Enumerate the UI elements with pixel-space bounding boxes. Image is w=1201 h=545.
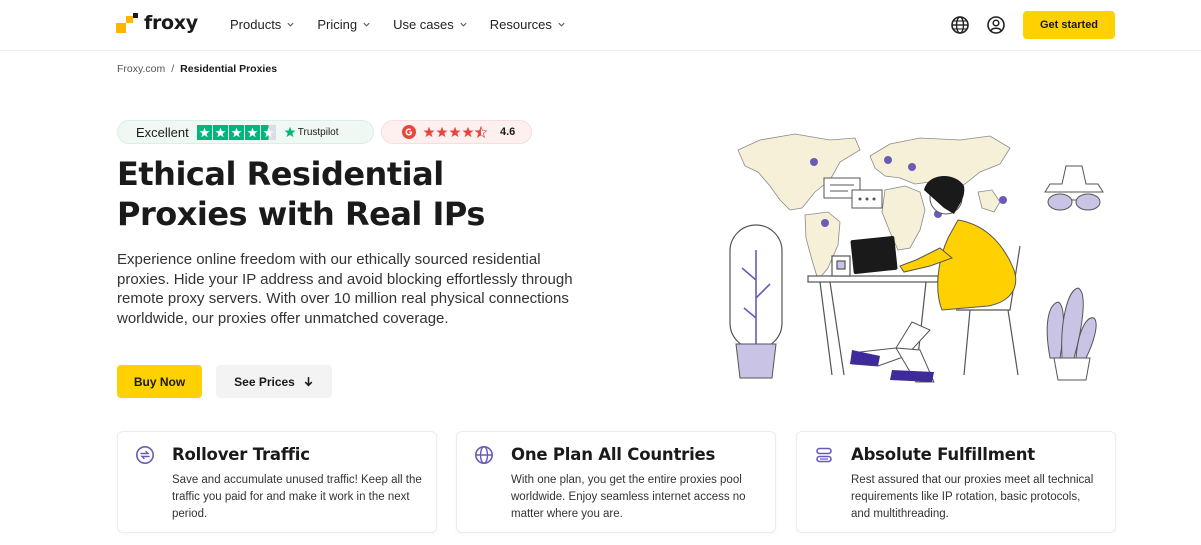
star-icon	[244, 124, 260, 140]
logo-text: froxy	[144, 12, 198, 34]
trustpilot-star-icon	[284, 126, 296, 138]
buy-now-button[interactable]: Buy Now	[117, 365, 202, 398]
star-icon	[212, 124, 228, 140]
nav-label: Pricing	[317, 17, 358, 32]
feature-title: Rollover Traffic	[172, 445, 310, 464]
nav-item-resources[interactable]: Resources	[490, 17, 566, 32]
site-header: froxy Products Pricing Use cases Resourc…	[0, 0, 1201, 51]
feature-text: Rest assured that our proxies meet all t…	[851, 474, 1094, 520]
feature-card-one-plan: One Plan All Countries With one plan, yo…	[456, 431, 776, 533]
feature-text: With one plan, you get the entire proxie…	[511, 474, 746, 520]
chevron-down-icon	[460, 22, 467, 27]
star-half-icon	[475, 126, 487, 138]
star-icon	[449, 126, 461, 138]
nav-item-pricing[interactable]: Pricing	[317, 17, 371, 32]
plant-pot-graphic	[729, 224, 783, 379]
trustpilot-badge[interactable]: Excellent Trustpilot	[117, 120, 374, 144]
hero-illustration	[729, 133, 1104, 383]
star-icon	[228, 124, 244, 140]
title-line-1: Ethical Residential	[117, 155, 444, 193]
star-icon	[423, 126, 435, 138]
nav-item-use-cases[interactable]: Use cases	[393, 17, 468, 32]
breadcrumb: Froxy.com / Residential Proxies	[117, 63, 277, 75]
google-rating-badge[interactable]: 4.6	[381, 120, 532, 144]
feature-text: Save and accumulate unused traffic! Keep…	[172, 474, 422, 520]
trustpilot-brand: Trustpilot	[297, 126, 339, 138]
cactus-pot-graphic	[1046, 287, 1097, 381]
trustpilot-stars	[196, 124, 276, 140]
arrow-down-icon	[304, 377, 313, 387]
google-rating-value: 4.6	[500, 126, 516, 138]
chevron-down-icon	[287, 22, 294, 27]
page-title: Ethical Residential Proxies with Real IP…	[117, 154, 577, 234]
feature-title: One Plan All Countries	[511, 445, 716, 464]
nav-label: Resources	[489, 17, 552, 32]
feature-title: Absolute Fulfillment	[851, 445, 1035, 464]
google-stars	[423, 126, 487, 138]
froxy-logo[interactable]: froxy	[116, 12, 198, 34]
nav-item-products[interactable]: Products	[230, 17, 295, 32]
chat-bubble-icon	[823, 177, 883, 209]
see-prices-button[interactable]: See Prices	[216, 365, 332, 398]
feature-card-rollover: Rollover Traffic Save and accumulate unu…	[117, 431, 437, 533]
globe-icon[interactable]	[950, 15, 970, 35]
trustpilot-logo: Trustpilot	[284, 126, 339, 138]
hero-description: Experience online freedom with our ethic…	[117, 251, 573, 327]
star-half-icon	[260, 124, 276, 140]
title-line-2: Proxies with Real IPs	[117, 195, 485, 233]
see-prices-label: See Prices	[234, 374, 295, 389]
rollover-icon	[136, 446, 154, 464]
nav-label: Products	[230, 17, 282, 32]
feature-card-fulfillment: Absolute Fulfillment Rest assured that o…	[796, 431, 1116, 533]
get-started-button[interactable]: Get started	[1023, 11, 1115, 39]
trustpilot-label: Excellent	[136, 124, 189, 140]
breadcrumb-current: Residential Proxies	[180, 63, 278, 75]
breadcrumb-home-link[interactable]: Froxy.com	[117, 63, 165, 75]
chevron-down-icon	[558, 22, 565, 27]
star-icon	[436, 126, 448, 138]
breadcrumb-separator: /	[171, 63, 175, 75]
star-icon	[462, 126, 474, 138]
spy-hat-icon	[1044, 165, 1104, 211]
star-icon	[196, 124, 212, 140]
froxy-logo-icon	[116, 13, 138, 33]
stack-icon	[816, 447, 832, 463]
main-nav: Products Pricing Use cases Resources	[230, 17, 566, 32]
chevron-down-icon	[363, 22, 370, 27]
globe-icon	[475, 446, 493, 464]
nav-label: Use cases	[393, 17, 454, 32]
google-icon	[402, 125, 416, 139]
user-icon[interactable]	[986, 15, 1006, 35]
